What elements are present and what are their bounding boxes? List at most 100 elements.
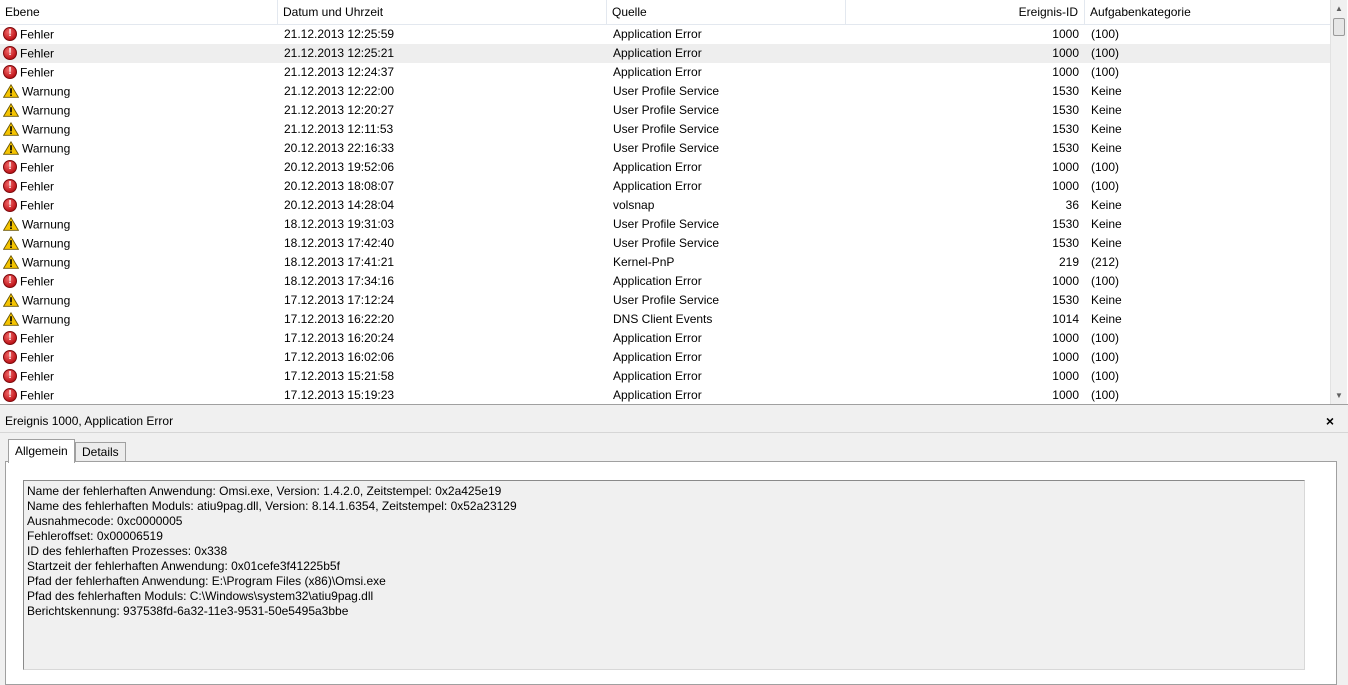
cell-event-id: 1000 xyxy=(1052,274,1079,288)
column-header-datetime[interactable]: Datum und Uhrzeit xyxy=(278,0,607,24)
scroll-down-arrow-icon[interactable]: ▼ xyxy=(1331,387,1347,404)
cell-event-id: 1000 xyxy=(1052,65,1079,79)
table-row[interactable]: ! Fehler 17.12.2013 16:20:24 Application Er… xyxy=(0,329,1330,348)
table-row[interactable]: Warnung 20.12.2013 22:16:33 User Profile S… xyxy=(0,139,1330,158)
table-row[interactable]: Warnung 18.12.2013 17:41:21 Kernel-PnP 219 (… xyxy=(0,253,1330,272)
table-row[interactable]: Warnung 21.12.2013 12:20:27 User Profile S… xyxy=(0,101,1330,120)
cell-source: Kernel-PnP xyxy=(613,255,675,269)
description-line: Startzeit der fehlerhaften Anwendung: 0x… xyxy=(27,559,340,573)
error-icon: ! xyxy=(3,330,17,345)
cell-source: Application Error xyxy=(613,350,702,364)
column-header-event-id[interactable]: Ereignis-ID xyxy=(846,0,1085,24)
scroll-up-arrow-icon[interactable]: ▲ xyxy=(1331,0,1347,17)
level-label: Fehler xyxy=(20,331,55,346)
warning-icon xyxy=(3,311,20,326)
warning-icon xyxy=(3,102,20,117)
warning-icon xyxy=(3,121,20,136)
cell-level: ! Fehler xyxy=(3,196,273,215)
column-header-category[interactable]: Aufgabenkategorie xyxy=(1085,0,1330,24)
table-row[interactable]: ! Fehler 17.12.2013 15:21:58 Application Er… xyxy=(0,367,1330,386)
cell-datetime: 21.12.2013 12:22:00 xyxy=(284,84,395,98)
cell-datetime: 21.12.2013 12:20:27 xyxy=(284,103,395,117)
cell-category: (100) xyxy=(1091,369,1120,383)
cell-event-id: 1014 xyxy=(1052,312,1079,326)
cell-category: Keine xyxy=(1091,198,1122,212)
cell-category: (212) xyxy=(1091,255,1120,269)
level-label: Fehler xyxy=(20,388,55,403)
cell-datetime: 17.12.2013 15:19:23 xyxy=(284,388,395,402)
cell-source: Application Error xyxy=(613,369,702,383)
cell-event-id: 1000 xyxy=(1052,160,1079,174)
event-list[interactable]: Ebene Datum und Uhrzeit Quelle Ereignis-… xyxy=(0,0,1348,404)
column-header-source[interactable]: Quelle xyxy=(607,0,846,24)
cell-category: Keine xyxy=(1091,217,1122,231)
table-row[interactable]: Warnung 17.12.2013 16:22:20 DNS Client Eve… xyxy=(0,310,1330,329)
cell-level: ! Fehler xyxy=(3,272,273,291)
table-row[interactable]: ! Fehler 20.12.2013 19:52:06 Application Er… xyxy=(0,158,1330,177)
cell-source: volsnap xyxy=(613,198,655,212)
table-row[interactable]: Warnung 21.12.2013 12:22:00 User Profile S… xyxy=(0,82,1330,101)
event-detail-pane: Ereignis 1000, Application Error × Allge… xyxy=(0,409,1348,685)
table-row[interactable]: Warnung 21.12.2013 12:11:53 User Profile S… xyxy=(0,120,1330,139)
tab-panel-allgemein: Name der fehlerhaften Anwendung: Omsi.ex… xyxy=(5,461,1337,685)
scrollbar-thumb[interactable] xyxy=(1333,18,1345,36)
cell-datetime: 18.12.2013 17:42:40 xyxy=(284,236,395,250)
cell-category: (100) xyxy=(1091,350,1120,364)
description-line: Name der fehlerhaften Anwendung: Omsi.ex… xyxy=(27,484,502,498)
table-row[interactable]: ! Fehler 21.12.2013 12:25:59 Application Er… xyxy=(0,25,1330,44)
level-label: Warnung xyxy=(22,312,71,327)
table-row[interactable]: Warnung 17.12.2013 17:12:24 User Profile S… xyxy=(0,291,1330,310)
cell-datetime: 17.12.2013 16:02:06 xyxy=(284,350,395,364)
table-row[interactable]: ! Fehler 17.12.2013 15:19:23 Application Er… xyxy=(0,386,1330,404)
cell-event-id: 1000 xyxy=(1052,27,1079,41)
description-line: ID des fehlerhaften Prozesses: 0x338 xyxy=(27,544,228,558)
cell-level: ! Fehler xyxy=(3,367,273,386)
cell-category: (100) xyxy=(1091,160,1120,174)
error-icon: ! xyxy=(3,368,17,383)
table-row[interactable]: Warnung 18.12.2013 19:31:03 User Profile S… xyxy=(0,215,1330,234)
cell-source: User Profile Service xyxy=(613,141,720,155)
column-header-level[interactable]: Ebene xyxy=(0,0,278,24)
cell-level: Warnung xyxy=(3,234,273,253)
cell-category: Keine xyxy=(1091,236,1122,250)
event-rows: ! Fehler 21.12.2013 12:25:59 Application Er… xyxy=(0,25,1330,404)
table-row[interactable]: ! Fehler 20.12.2013 14:28:04 volsnap 36 Keine xyxy=(0,196,1330,215)
cell-datetime: 20.12.2013 22:16:33 xyxy=(284,141,395,155)
error-icon: ! xyxy=(3,26,17,41)
event-description-textbox[interactable]: Name der fehlerhaften Anwendung: Omsi.ex… xyxy=(23,480,1305,670)
cell-level: Warnung xyxy=(3,215,273,234)
level-label: Warnung xyxy=(22,217,71,232)
cell-event-id: 1000 xyxy=(1052,350,1079,364)
vertical-scrollbar[interactable]: ▲ ▼ xyxy=(1330,0,1347,404)
level-label: Warnung xyxy=(22,236,71,251)
cell-level: ! Fehler xyxy=(3,177,273,196)
table-row[interactable]: ! Fehler 20.12.2013 18:08:07 Application Er… xyxy=(0,177,1330,196)
table-row[interactable]: ! Fehler 21.12.2013 12:24:37 Application Er… xyxy=(0,63,1330,82)
close-icon[interactable]: × xyxy=(1326,410,1334,432)
description-line: Pfad der fehlerhaften Anwendung: E:\Prog… xyxy=(27,574,386,588)
table-row[interactable]: Warnung 18.12.2013 17:42:40 User Profile S… xyxy=(0,234,1330,253)
error-icon: ! xyxy=(3,273,17,288)
column-header-category-label: Aufgabenkategorie xyxy=(1090,5,1191,19)
cell-level: ! Fehler xyxy=(3,44,273,63)
table-row[interactable]: ! Fehler 21.12.2013 12:25:21 Application Er… xyxy=(0,44,1330,63)
level-label: Fehler xyxy=(20,274,55,289)
level-label: Fehler xyxy=(20,65,55,80)
detail-title: Ereignis 1000, Application Error xyxy=(5,414,174,428)
warning-icon xyxy=(3,292,20,307)
tab-allgemein[interactable]: Allgemein xyxy=(8,439,75,463)
cell-category: (100) xyxy=(1091,46,1120,60)
cell-category: Keine xyxy=(1091,293,1122,307)
column-header-source-label: Quelle xyxy=(612,5,647,19)
cell-level: Warnung xyxy=(3,82,273,101)
table-row[interactable]: ! Fehler 17.12.2013 16:02:06 Application Er… xyxy=(0,348,1330,367)
tab-details[interactable]: Details xyxy=(75,442,126,461)
warning-icon xyxy=(3,140,20,155)
cell-level: ! Fehler xyxy=(3,386,273,404)
table-row[interactable]: ! Fehler 18.12.2013 17:34:16 Application Er… xyxy=(0,272,1330,291)
error-icon: ! xyxy=(3,45,17,60)
cell-level: ! Fehler xyxy=(3,329,273,348)
cell-source: Application Error xyxy=(613,179,702,193)
cell-category: Keine xyxy=(1091,84,1122,98)
description-line: Ausnahmecode: 0xc0000005 xyxy=(27,514,183,528)
